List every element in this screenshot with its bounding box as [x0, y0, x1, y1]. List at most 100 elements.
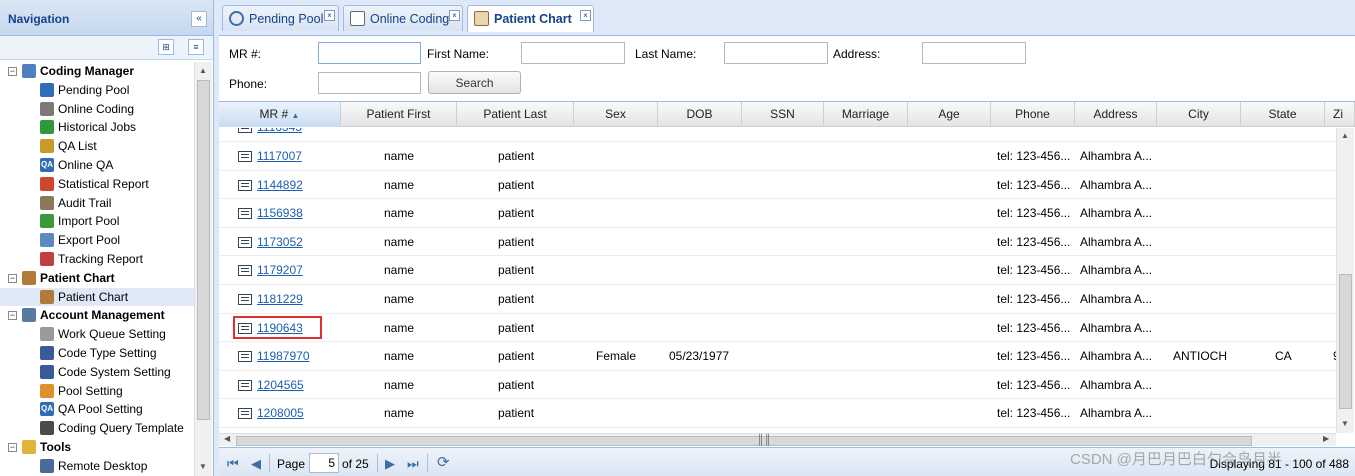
table-row[interactable]: 1156938 name patient tel: 123-456... Alhambr…: [219, 199, 1336, 228]
mr-link[interactable]: 1204565: [257, 378, 304, 392]
grid-vertical-scrollbar[interactable]: ▲ ▼: [1336, 128, 1354, 433]
close-icon[interactable]: ×: [580, 10, 591, 21]
tree-item-label: Pending Pool: [58, 82, 130, 97]
navigation-scrollbar[interactable]: ▲ ▼: [194, 62, 212, 476]
column-header-state[interactable]: State: [1241, 102, 1325, 127]
tree-item-account-management[interactable]: − Account Management: [0, 306, 194, 325]
table-row[interactable]: 1179207 name patient tel: 123-456... Alhambr…: [219, 256, 1336, 285]
tree-item-export-pool[interactable]: Export Pool: [0, 231, 194, 250]
mr-link[interactable]: 1144892: [257, 178, 303, 192]
table-row[interactable]: 1208005 name patient tel: 123-456... Alhambr…: [219, 399, 1336, 428]
tree-item-tracking-report[interactable]: Tracking Report: [0, 250, 194, 269]
tree-item-pending-pool[interactable]: Pending Pool: [0, 81, 194, 100]
tree-item-remote-desktop[interactable]: Remote Desktop: [0, 457, 194, 476]
column-header-patient-last[interactable]: Patient Last: [457, 102, 574, 127]
address-input[interactable]: [922, 42, 1026, 64]
first-page-icon[interactable]: ⏮: [227, 456, 239, 472]
tree-item-patient-chart[interactable]: − Patient Chart: [0, 269, 194, 288]
separator: [427, 454, 428, 472]
tree-item-online-coding[interactable]: Online Coding: [0, 100, 194, 119]
first-name-input[interactable]: [521, 42, 625, 64]
tree-item-statistical-report[interactable]: Statistical Report: [0, 175, 194, 194]
tree-item-code-system-setting[interactable]: Code System Setting: [0, 363, 194, 382]
close-icon[interactable]: ×: [324, 10, 335, 21]
tree-item-coding-query-template[interactable]: Coding Query Template: [0, 419, 194, 438]
column-header-patient-first[interactable]: Patient First: [341, 102, 457, 127]
table-row[interactable]: 1204565 name patient tel: 123-456... Alhambr…: [219, 371, 1336, 400]
mr-link[interactable]: 1173052: [257, 235, 303, 249]
search-button[interactable]: Search: [428, 71, 521, 94]
column-header-sex[interactable]: Sex: [574, 102, 658, 127]
cell-first: name: [384, 320, 415, 335]
collapse-toggle-icon[interactable]: −: [8, 273, 17, 283]
tree-item-label: Account Management: [40, 308, 165, 323]
tree-item-pool-setting[interactable]: Pool Setting: [0, 382, 194, 401]
tab-online-coding[interactable]: Online Coding ×: [343, 5, 463, 31]
first-name-label: First Name:: [427, 47, 490, 61]
page-number-input[interactable]: [309, 453, 339, 473]
close-icon[interactable]: ×: [449, 10, 460, 21]
tree-item-import-pool[interactable]: Import Pool: [0, 212, 194, 231]
column-header-address[interactable]: Address: [1075, 102, 1157, 127]
column-header-dob[interactable]: DOB: [658, 102, 742, 127]
mr-link[interactable]: 1179207: [257, 263, 303, 277]
collapse-toggle-icon[interactable]: −: [8, 67, 17, 76]
tree-item-historical-jobs[interactable]: Historical Jobs: [0, 118, 194, 137]
phone-input[interactable]: [318, 72, 421, 94]
collapse-toggle-icon[interactable]: −: [8, 311, 17, 321]
tree-item-coding-manager[interactable]: − Coding Manager: [0, 62, 194, 81]
table-row[interactable]: 1117007 name patient tel: 123-456... Alhambr…: [219, 142, 1336, 171]
mr-link[interactable]: 1116345: [257, 128, 302, 134]
last-page-icon[interactable]: ⏭: [407, 456, 419, 472]
collapse-all-icon[interactable]: ≡: [188, 39, 204, 55]
scroll-right-arrow-icon[interactable]: ▶: [1323, 434, 1329, 443]
mr-link[interactable]: 1156938: [257, 206, 303, 220]
tree-item-audit-trail[interactable]: Audit Trail: [0, 194, 194, 213]
scroll-down-arrow-icon[interactable]: ▼: [199, 462, 207, 471]
tree-item-label: Code Type Setting: [58, 345, 157, 360]
scroll-left-arrow-icon[interactable]: ◀: [224, 434, 230, 443]
scroll-up-arrow-icon[interactable]: ▲: [1341, 131, 1349, 140]
last-name-input[interactable]: [724, 42, 828, 64]
scroll-up-arrow-icon[interactable]: ▲: [199, 66, 207, 75]
tree-item-work-queue-setting[interactable]: Work Queue Setting: [0, 325, 194, 344]
grid-vertical-scrollbar-thumb[interactable]: [1339, 274, 1352, 409]
mr-link[interactable]: 11987970: [257, 349, 310, 363]
column-header-mr[interactable]: MR # ▲: [219, 102, 341, 127]
column-header-ssn[interactable]: SSN: [742, 102, 824, 127]
collapse-toggle-icon[interactable]: −: [8, 442, 17, 452]
mr-link[interactable]: 1117007: [257, 149, 302, 163]
collapse-panel-button[interactable]: «: [191, 11, 207, 27]
table-row[interactable]: 1116345: [219, 128, 1336, 142]
tree-item-code-type-setting[interactable]: Code Type Setting: [0, 344, 194, 363]
mr-input[interactable]: [318, 42, 421, 64]
table-row[interactable]: 1144892 name patient tel: 123-456... Alhambr…: [219, 171, 1336, 200]
grid-horizontal-scrollbar[interactable]: ◀ ║║ ▶: [219, 433, 1336, 446]
refresh-icon[interactable]: ⟳: [437, 453, 450, 471]
table-row[interactable]: 1181229 name patient tel: 123-456... Alhambr…: [219, 285, 1336, 314]
tree-item-qa-list[interactable]: QA List: [0, 137, 194, 156]
tree-item-online-qa[interactable]: QA Online QA: [0, 156, 194, 175]
mr-link[interactable]: 1181229: [257, 292, 303, 306]
table-row[interactable]: 1190643 name patient tel: 123-456... Alhambr…: [219, 314, 1336, 343]
grid-horizontal-scrollbar-thumb[interactable]: ║║: [236, 435, 1252, 446]
table-row[interactable]: 1173052 name patient tel: 123-456... Alhambr…: [219, 228, 1336, 257]
expand-all-icon[interactable]: ⊞: [158, 39, 174, 55]
previous-page-icon[interactable]: ◀: [251, 456, 261, 472]
tab-patient-chart[interactable]: Patient Chart ×: [467, 5, 594, 32]
column-header-age[interactable]: Age: [908, 102, 991, 127]
next-page-icon[interactable]: ▶: [385, 456, 395, 472]
mr-link[interactable]: 1208005: [257, 406, 304, 420]
tree-item-patient-chart[interactable]: Patient Chart: [0, 287, 194, 307]
tree-item-tools[interactable]: − Tools: [0, 438, 194, 457]
navigation-scrollbar-thumb[interactable]: [197, 80, 210, 420]
column-header-zip[interactable]: Zi: [1325, 102, 1355, 127]
scroll-down-arrow-icon[interactable]: ▼: [1341, 419, 1349, 428]
column-header-marriage[interactable]: Marriage: [824, 102, 908, 127]
column-header-city[interactable]: City: [1157, 102, 1241, 127]
online-qa-icon: QA: [40, 157, 54, 172]
tree-item-qa-pool-setting[interactable]: QA QA Pool Setting: [0, 400, 194, 419]
table-row[interactable]: 11987970 name patient Female 05/23/1977 tel: …: [219, 342, 1336, 371]
tab-pending-pool[interactable]: Pending Pool ×: [222, 5, 339, 31]
column-header-phone[interactable]: Phone: [991, 102, 1075, 127]
